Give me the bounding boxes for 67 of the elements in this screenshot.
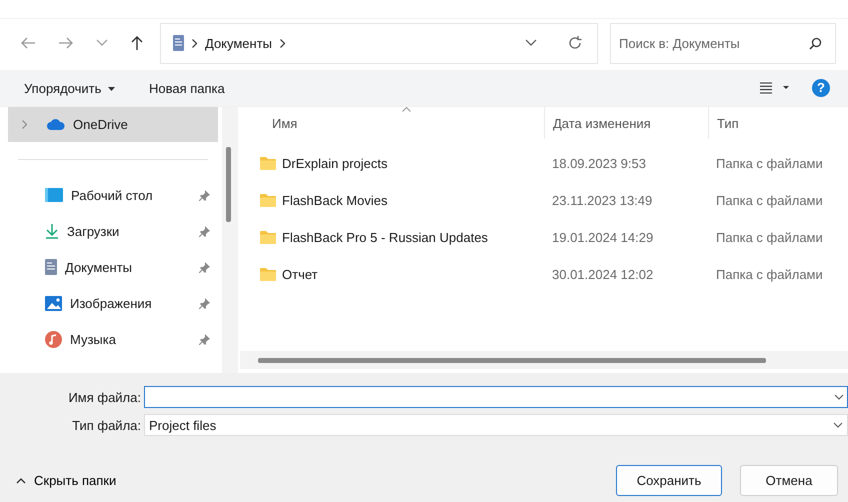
file-type: Папка с файлами (715, 193, 824, 208)
chevron-right-icon (192, 38, 197, 48)
sidebar-label: Музыка (70, 332, 117, 346)
back-icon[interactable] (20, 36, 36, 50)
chevron-down-icon[interactable] (525, 39, 537, 47)
sidebar-item[interactable]: Музыка (8, 321, 218, 357)
sidebar-label: Документы (65, 260, 134, 274)
sidebar-item[interactable]: Изображения (8, 285, 218, 321)
folder-icon (260, 268, 276, 281)
dialog-button[interactable]: Отмена (740, 465, 838, 496)
filetype-dropdown[interactable]: Project files (144, 414, 848, 436)
modified-date: 30.01.2024 12:02 (551, 267, 654, 282)
sidebar-item[interactable]: Документы (8, 249, 218, 285)
modified-date: 19.01.2024 14:29 (551, 230, 654, 245)
folder-icon (260, 157, 276, 170)
address-bar[interactable]: Документы (160, 22, 598, 64)
file-type: Папка с файлами (715, 230, 824, 245)
search-field[interactable]: Поиск в: Документы (610, 22, 836, 64)
file-type: Папка с файлами (715, 267, 824, 282)
sort-up-icon (402, 107, 411, 112)
column-header[interactable]: Имя (238, 107, 544, 139)
sidebar-label: Изображения (70, 296, 153, 310)
new-folder-button[interactable]: Новая папка (138, 76, 235, 100)
document-icon (173, 35, 184, 51)
field-label: Тип файла: (71, 418, 142, 432)
column-header[interactable]: Тип (708, 107, 848, 139)
sidebar-label: OneDrive (73, 117, 129, 132)
filename-field[interactable] (144, 386, 848, 408)
sidebar-item[interactable]: OneDrive (8, 107, 218, 142)
help-button[interactable]: ? (812, 79, 830, 97)
music-note-icon (45, 330, 62, 348)
sidebar-label: Загрузки (67, 224, 120, 238)
picture-icon (45, 296, 62, 310)
chevron-up-icon (16, 478, 26, 484)
forward-icon[interactable] (58, 36, 74, 50)
refresh-icon[interactable] (567, 35, 583, 51)
hide-folders-button[interactable]: Скрыть папки (16, 473, 116, 488)
caret-down-icon (108, 87, 115, 92)
file-name[interactable]: DrExplain projects (282, 156, 388, 171)
cloud-icon (47, 119, 65, 130)
view-menu-icon[interactable] (760, 82, 790, 94)
modified-date: 18.09.2023 9:53 (551, 156, 647, 171)
file-name[interactable]: Отчет (282, 267, 318, 282)
sidebar-item[interactable]: Загрузки (8, 213, 218, 249)
scrollbar-thumb[interactable] (258, 358, 766, 362)
file-name[interactable]: FlashBack Pro 5 - Russian Updates (282, 230, 488, 245)
chevron-right-icon[interactable] (280, 38, 286, 48)
up-arrow-icon[interactable] (130, 35, 144, 51)
document-icon (45, 259, 57, 275)
organize-button[interactable]: Упорядочить (14, 76, 125, 100)
folder-icon (260, 231, 276, 244)
desktop-icon (45, 188, 63, 202)
sidebar-item[interactable]: Рабочий стол (8, 177, 218, 213)
modified-date: 23.11.2023 13:49 (551, 193, 654, 208)
dialog-button[interactable]: Сохранить (616, 465, 722, 496)
field-label: Имя файла: (67, 390, 142, 404)
search-icon (809, 36, 822, 50)
folder-icon (260, 194, 276, 207)
chevron-down-icon (833, 422, 843, 428)
breadcrumb[interactable]: Документы (205, 36, 272, 50)
download-icon (45, 223, 59, 239)
file-type: Папка с файлами (715, 156, 824, 171)
chevron-down-icon (834, 394, 844, 400)
scrollbar-thumb[interactable] (226, 147, 231, 222)
column-header[interactable]: Дата изменения (544, 107, 708, 139)
sidebar-label: Рабочий стол (71, 188, 154, 202)
file-name[interactable]: FlashBack Movies (282, 193, 388, 208)
